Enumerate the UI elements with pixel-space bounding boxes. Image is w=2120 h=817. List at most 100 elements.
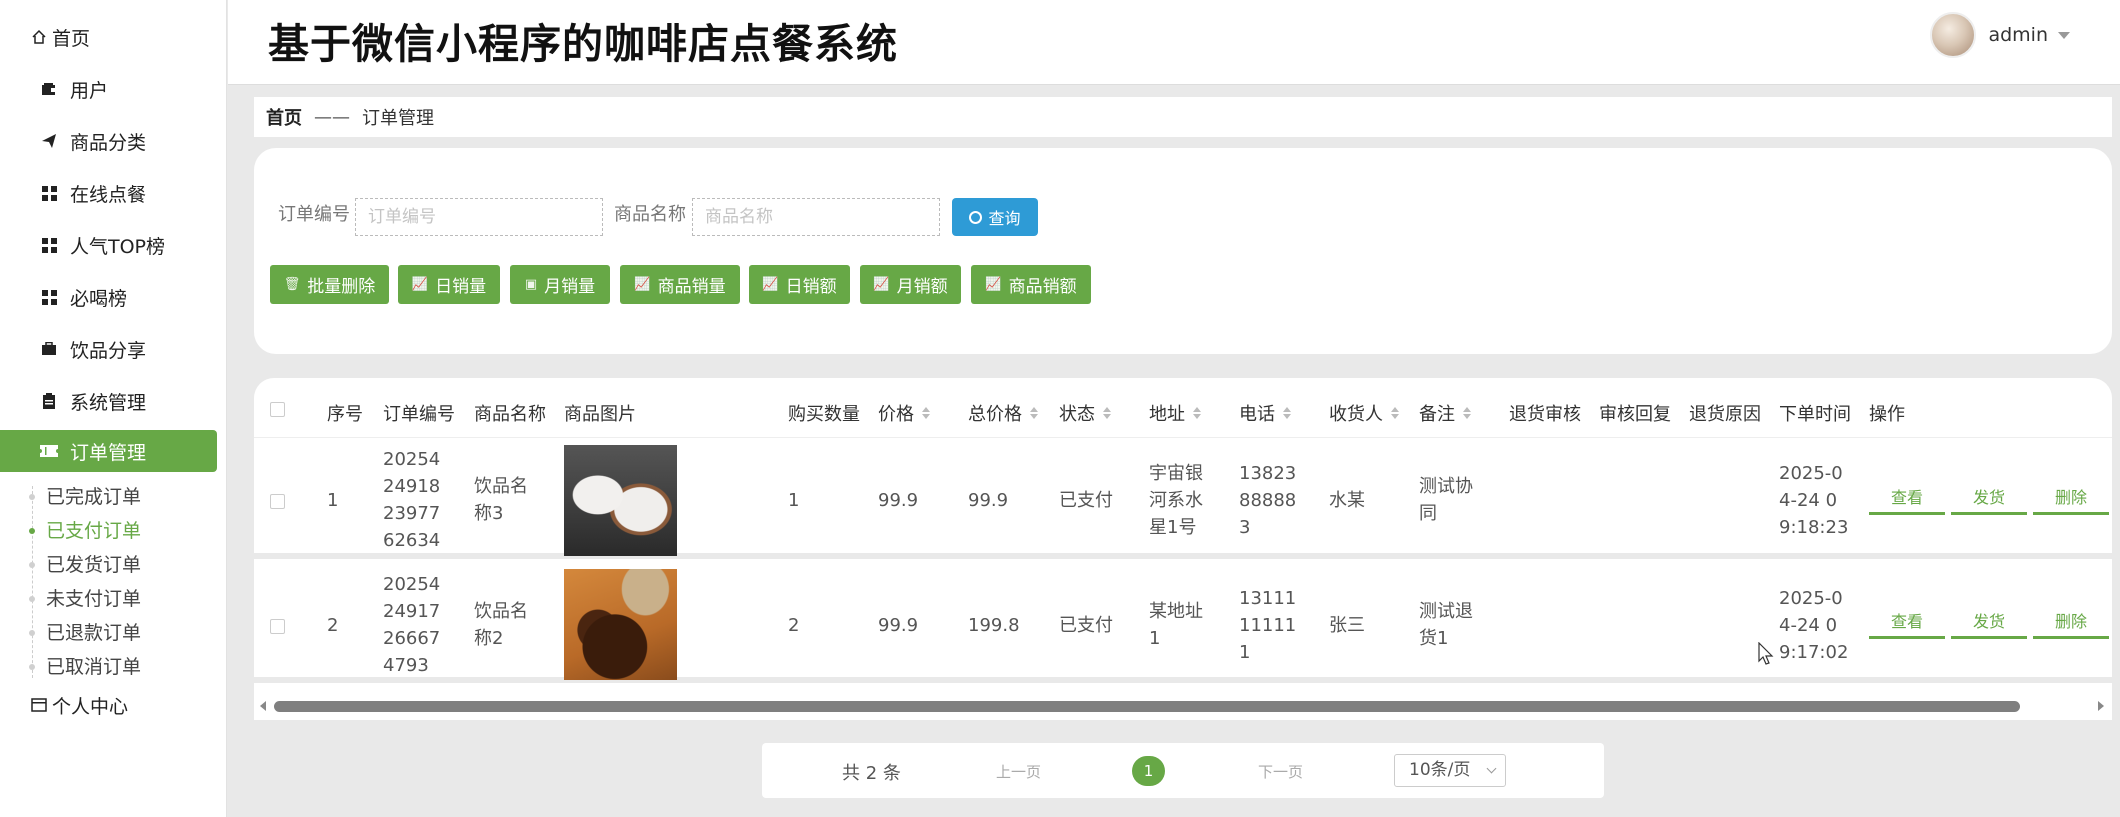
sort-icon[interactable] (1283, 407, 1291, 419)
row-checkbox[interactable] (270, 494, 285, 509)
scrollbar-thumb[interactable] (274, 701, 2020, 712)
sidebar-item-personal-center[interactable]: 个人中心 (0, 684, 217, 726)
sidebar-item-users[interactable]: 用户 (0, 68, 217, 110)
daily-revenue-button[interactable]: 📈 日销额 (749, 265, 850, 304)
sidebar-item-label: 个人中心 (52, 695, 129, 718)
cell-receiver: 张三 (1329, 615, 1365, 636)
th-receiver[interactable]: 收货人 (1329, 400, 1399, 426)
order-no-input[interactable] (355, 198, 603, 236)
sidebar-item-label: 首页 (52, 27, 91, 50)
text-line: 饮品名 (474, 601, 528, 622)
ship-button[interactable]: 发货 (1951, 487, 2027, 515)
image-icon: ▣ (524, 277, 538, 292)
product-revenue-button[interactable]: 📈 商品销额 (971, 265, 1091, 304)
button-label: 日销量 (435, 277, 487, 297)
wallet-icon (40, 80, 58, 98)
coffee-beans-image (564, 569, 677, 680)
sort-icon[interactable] (1391, 407, 1399, 419)
text-line: 测试退 (1419, 601, 1473, 622)
scroll-left-arrow-icon[interactable] (260, 701, 266, 711)
sidebar-item-home[interactable]: 首页 (0, 16, 217, 58)
query-button[interactable]: 查询 (952, 198, 1038, 236)
cell-order-no: 20254 24917 26667 4793 (383, 571, 440, 679)
delete-button[interactable]: 删除 (2033, 487, 2109, 515)
tree-dot (29, 664, 35, 670)
line-chart-icon: 📈 (411, 277, 429, 292)
sort-icon[interactable] (1193, 407, 1201, 419)
query-button-label: 查询 (988, 209, 1021, 228)
cell-remark: 测试退 货1 (1419, 598, 1473, 652)
breadcrumb-home[interactable]: 首页 (266, 104, 302, 130)
sidebar-item-orders[interactable]: 订单管理 (0, 430, 217, 472)
sidebar-item-system[interactable]: 系统管理 (0, 380, 217, 422)
product-sales-button[interactable]: 📈 商品销量 (620, 265, 740, 304)
submenu-shipped-orders[interactable]: 已发货订单 (29, 548, 212, 582)
submenu-refunded-orders[interactable]: 已退款订单 (29, 616, 212, 650)
cell-receiver: 水某 (1329, 490, 1365, 511)
ticket-icon (40, 442, 58, 460)
sort-icon[interactable] (1463, 407, 1471, 419)
button-label: 月销额 (896, 277, 948, 297)
sort-icon[interactable] (1103, 407, 1111, 419)
prev-page-button[interactable]: 上一页 (996, 761, 1041, 782)
horizontal-scrollbar[interactable] (254, 696, 2112, 718)
submenu-completed-orders[interactable]: 已完成订单 (29, 480, 212, 514)
sidebar-item-label: 饮品分享 (70, 339, 147, 362)
ship-button[interactable]: 发货 (1951, 611, 2027, 639)
th-product-name: 商品名称 (474, 404, 546, 425)
th-product-image: 商品图片 (564, 404, 636, 425)
line-chart-icon: 📈 (873, 277, 890, 292)
text-line: 称3 (474, 503, 504, 524)
monthly-revenue-button[interactable]: 📈 月销额 (860, 265, 961, 304)
sidebar-item-drink-share[interactable]: 饮品分享 (0, 328, 217, 370)
row-checkbox[interactable] (270, 619, 285, 634)
sidebar-item-label: 用户 (70, 79, 109, 102)
select-all-checkbox[interactable] (270, 402, 285, 417)
sidebar-item-top-list[interactable]: 人气TOP榜 (0, 224, 217, 266)
user-menu[interactable]: admin (1930, 12, 2070, 58)
view-button[interactable]: 查看 (1869, 611, 1945, 639)
next-page-button[interactable]: 下一页 (1258, 761, 1303, 782)
page-number-current[interactable]: 1 (1132, 756, 1165, 786)
home-icon (30, 28, 48, 46)
tree-dot (29, 494, 35, 500)
th-total[interactable]: 总价格 (968, 400, 1038, 426)
text-line: 3 (1239, 517, 1251, 538)
product-name-input[interactable] (692, 198, 940, 236)
sidebar-item-label: 商品分类 (70, 131, 147, 154)
th-seq: 序号 (327, 404, 363, 425)
cell-seq: 1 (327, 490, 339, 511)
batch-delete-button[interactable]: 🗑 批量删除 (270, 265, 389, 304)
th-status[interactable]: 状态 (1059, 400, 1111, 426)
th-phone[interactable]: 电话 (1239, 400, 1291, 426)
grid-icon (40, 236, 58, 254)
sidebar-item-must-drink[interactable]: 必喝榜 (0, 276, 217, 318)
text-line: 4-24 0 (1779, 615, 1838, 636)
th-remark[interactable]: 备注 (1419, 400, 1471, 426)
sort-icon[interactable] (922, 407, 930, 419)
breadcrumb: 首页 —— 订单管理 (254, 97, 2112, 137)
sort-icon[interactable] (1030, 407, 1038, 419)
tree-dot (29, 596, 35, 602)
th-address[interactable]: 地址 (1149, 400, 1201, 426)
button-label: 批量删除 (307, 277, 376, 297)
cell-price: 99.9 (878, 490, 919, 511)
submenu-cancelled-orders[interactable]: 已取消订单 (29, 650, 212, 684)
scroll-right-arrow-icon[interactable] (2098, 701, 2104, 711)
text-line: 62634 (383, 530, 441, 551)
cell-seq: 2 (327, 615, 339, 636)
chevron-down-icon (1486, 763, 1497, 774)
sidebar-item-online-order[interactable]: 在线点餐 (0, 172, 217, 214)
sidebar-item-categories[interactable]: 商品分类 (0, 120, 217, 162)
submenu-unpaid-orders[interactable]: 未支付订单 (29, 582, 212, 616)
daily-sales-button[interactable]: 📈 日销量 (398, 265, 500, 304)
page-size-select[interactable]: 10条/页 (1394, 754, 1506, 787)
sidebar-item-label: 人气TOP榜 (70, 235, 166, 258)
delete-button[interactable]: 删除 (2033, 611, 2109, 639)
th-refund-review: 退货审核 (1509, 404, 1581, 425)
view-button[interactable]: 查看 (1869, 487, 1945, 515)
th-price[interactable]: 价格 (878, 400, 930, 426)
submenu-paid-orders[interactable]: 已支付订单 (29, 514, 212, 548)
monthly-sales-button[interactable]: ▣ 月销量 (510, 265, 610, 304)
pagination: 共 2 条 上一页 1 下一页 10条/页 (762, 743, 1604, 798)
